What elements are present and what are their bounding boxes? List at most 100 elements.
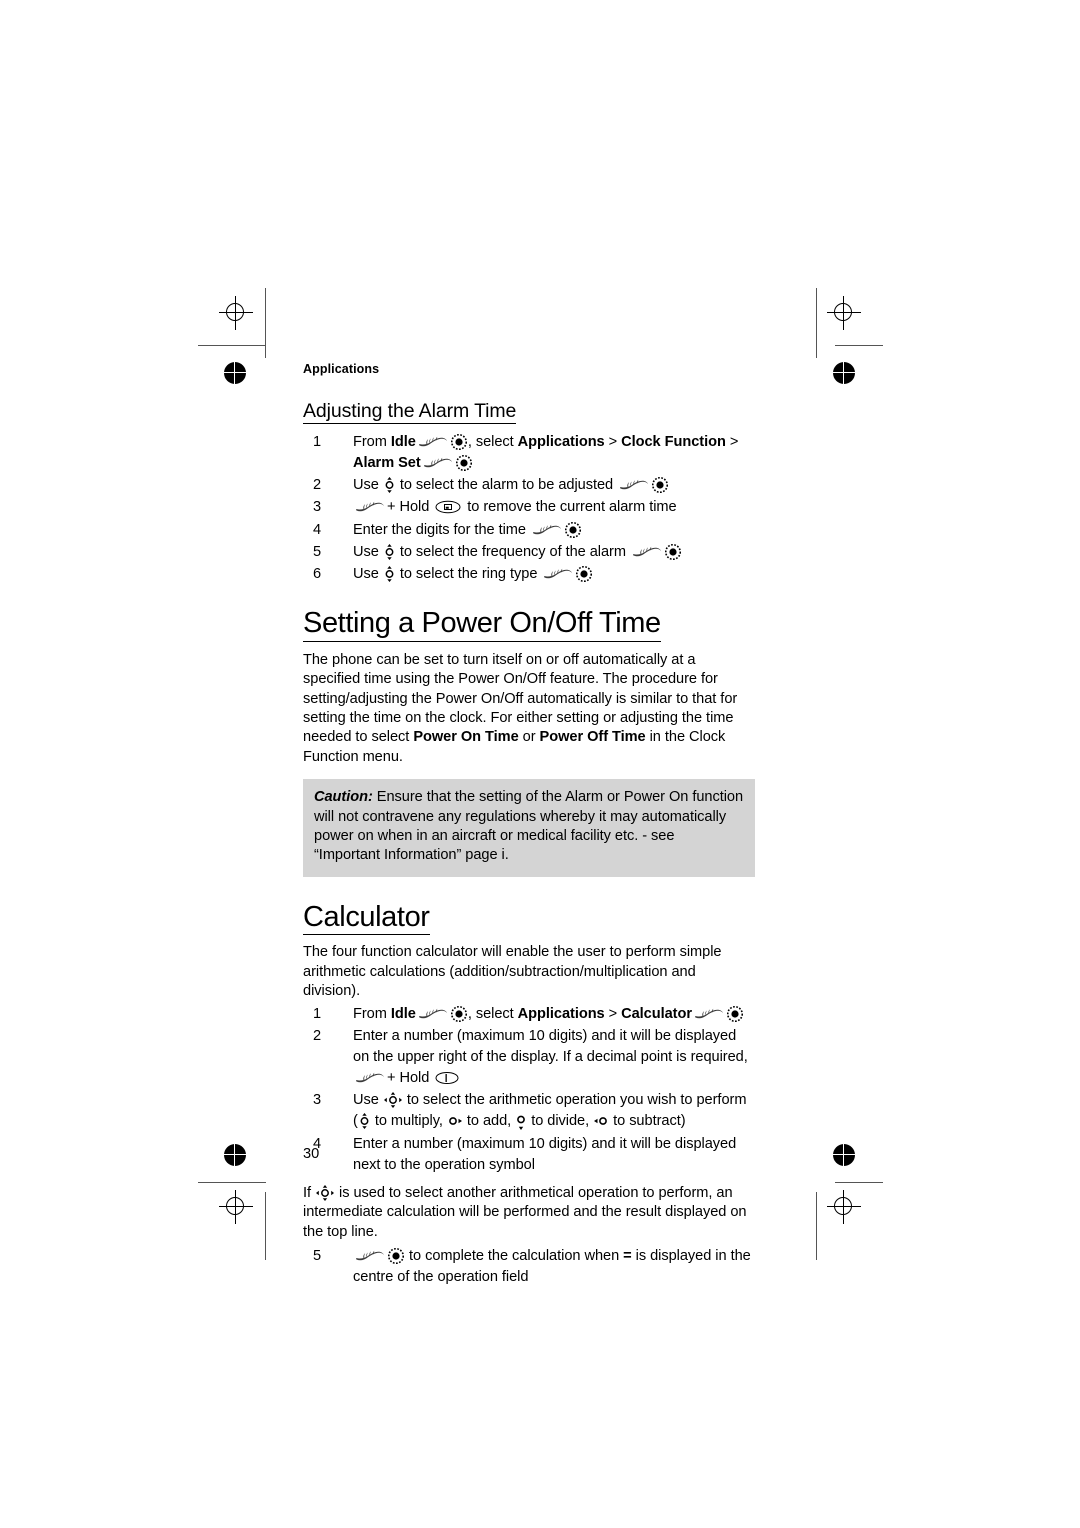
dot-vertical: [234, 1144, 236, 1166]
registration-dot-bottom-left: [224, 1144, 246, 1166]
caution-box: Caution: Ensure that the setting of the …: [303, 779, 755, 877]
crosshair-vertical: [235, 1190, 237, 1224]
dot-vertical: [843, 1144, 845, 1166]
select-button-icon: [455, 455, 472, 472]
power-heading-wrap: Setting a Power On/Off Time: [303, 607, 755, 642]
emphasis-text: Idle: [390, 434, 416, 450]
crosshair-vertical: [843, 1190, 845, 1224]
select-button-icon: [727, 1005, 743, 1022]
crosshair-vertical: [235, 296, 237, 330]
crop-line-top-left-vertical: [265, 288, 267, 358]
calculator-section-heading: Calculator: [303, 901, 430, 936]
step-text: to complete the calculation when = is di…: [353, 1248, 751, 1286]
step-text: Use to select the ring type: [353, 565, 593, 582]
select-button-icon: [450, 434, 467, 450]
softkey-hand-icon: [619, 478, 649, 492]
step-text: Use to select the frequency of the alarm: [353, 543, 682, 560]
key-1-icon: [435, 1071, 459, 1085]
step-text: From Idle, select Applications > Clock F…: [353, 434, 739, 472]
crop-line-bottom-right-vertical: [816, 1192, 818, 1260]
page-number: 30: [303, 1146, 320, 1162]
step-text: Use to select the arithmetic operation y…: [353, 1092, 747, 1131]
numbered-step: 2 Enter a number (maximum 10 digits) and …: [303, 1026, 755, 1089]
step-number: 2: [313, 477, 322, 494]
calculator-final-step-list: 5 to complete the calculation when = is …: [303, 1246, 755, 1288]
softkey-hand-icon: [355, 1249, 385, 1263]
crosshair-vertical: [843, 296, 845, 330]
softkey-hand-icon: [418, 435, 448, 449]
page-content: Applications Adjusting the Alarm Time 1 F…: [303, 362, 755, 1289]
select-button-icon: [664, 543, 681, 560]
emphasis-text: Clock Function: [621, 434, 726, 450]
numbered-step: 4 Enter the digits for the time: [303, 520, 755, 541]
step-number: 4: [313, 521, 322, 538]
softkey-hand-icon: [694, 1007, 724, 1021]
nav-updown-icon: [359, 1113, 370, 1130]
step-number: 6: [313, 565, 322, 582]
nav-fourway-icon: [316, 1184, 335, 1201]
registration-crosshair-bottom-right: [827, 1190, 861, 1224]
softkey-hand-icon: [532, 523, 562, 537]
crop-line-bottom-right-horizontal: [835, 1182, 883, 1184]
softkey-hand-icon: [543, 567, 573, 581]
caution-text: Caution: Ensure that the setting of the …: [314, 788, 744, 866]
caution-body: Ensure that the setting of the Alarm or …: [314, 789, 744, 864]
nav-updown-icon: [384, 565, 395, 582]
numbered-step: 2 Use to select the alarm to be adjusted: [303, 475, 755, 496]
caution-label: Caution:: [314, 789, 373, 806]
emphasis-text: Alarm Set: [353, 455, 421, 472]
alarm-heading-wrap: Adjusting the Alarm Time: [303, 400, 755, 426]
clear-key-icon: [435, 500, 461, 514]
softkey-hand-icon: [632, 545, 662, 559]
nav-right-icon: [448, 1115, 462, 1127]
registration-dot-bottom-right: [833, 1144, 855, 1166]
nav-left-icon: [594, 1115, 608, 1127]
softkey-hand-icon: [418, 1007, 448, 1021]
registration-dot-top-right: [833, 362, 855, 384]
step-number: 1: [313, 1005, 322, 1022]
emphasis-text: Applications: [517, 1005, 605, 1022]
registration-crosshair-top-right: [827, 296, 861, 330]
step-number: 5: [313, 1248, 322, 1265]
calculator-intro: The four function calculator will enable…: [303, 944, 722, 1000]
step-text: Use to select the alarm to be adjusted: [353, 477, 669, 494]
numbered-step: 5 to complete the calculation when = is …: [303, 1246, 755, 1288]
nav-down-icon: [516, 1114, 526, 1131]
emphasis-text: Applications: [517, 434, 605, 450]
alarm-steps-list: 1 From Idle, select Applications > Clock …: [303, 432, 755, 585]
emphasis-text: Power On Time: [413, 729, 519, 746]
numbered-step: 3 + Hold to remove the current alarm time: [303, 497, 755, 518]
step-text: + Hold to remove the current alarm time: [353, 499, 677, 515]
crop-line-top-left-horizontal: [198, 345, 266, 347]
step-number: 2: [313, 1027, 322, 1044]
registration-crosshair-bottom-left: [219, 1190, 253, 1224]
step-text: Enter a number (maximum 10 digits) and i…: [353, 1027, 748, 1087]
dot-vertical: [234, 362, 236, 384]
emphasis-text: Power Off Time: [539, 729, 646, 746]
step-text: Enter a number (maximum 10 digits) and i…: [353, 1135, 737, 1173]
calculator-heading-wrap: Calculator: [303, 901, 755, 936]
emphasis-text: Idle: [390, 1005, 416, 1022]
crop-line-top-right-horizontal: [835, 345, 883, 347]
step-number: 3: [313, 1092, 322, 1109]
crop-line-bottom-left-vertical: [265, 1192, 267, 1260]
select-button-icon: [388, 1248, 404, 1265]
numbered-step: 3 Use to select the arithmetic operation …: [303, 1090, 755, 1132]
softkey-hand-icon: [355, 500, 385, 514]
nav-updown-icon: [384, 477, 395, 494]
calculator-note: If is used to select another arithmetica…: [303, 1184, 747, 1240]
alarm-section-heading: Adjusting the Alarm Time: [303, 400, 517, 424]
numbered-step: 1 From Idle, select Applications > Clock …: [303, 432, 755, 474]
softkey-hand-icon: [423, 456, 453, 470]
select-button-icon: [564, 521, 581, 538]
step-number: 1: [313, 434, 322, 450]
numbered-step: 5 Use to select the frequency of the alar…: [303, 542, 755, 563]
crop-line-top-right-vertical: [816, 288, 818, 358]
registration-dot-top-left: [224, 362, 246, 384]
step-number: 5: [313, 543, 322, 560]
select-button-icon: [652, 477, 669, 494]
power-section-heading: Setting a Power On/Off Time: [303, 607, 661, 642]
calculator-steps-list: 1 From Idle, select Applications > Calcul…: [303, 1004, 755, 1176]
dot-vertical: [843, 362, 845, 384]
emphasis-text: Calculator: [621, 1005, 692, 1022]
